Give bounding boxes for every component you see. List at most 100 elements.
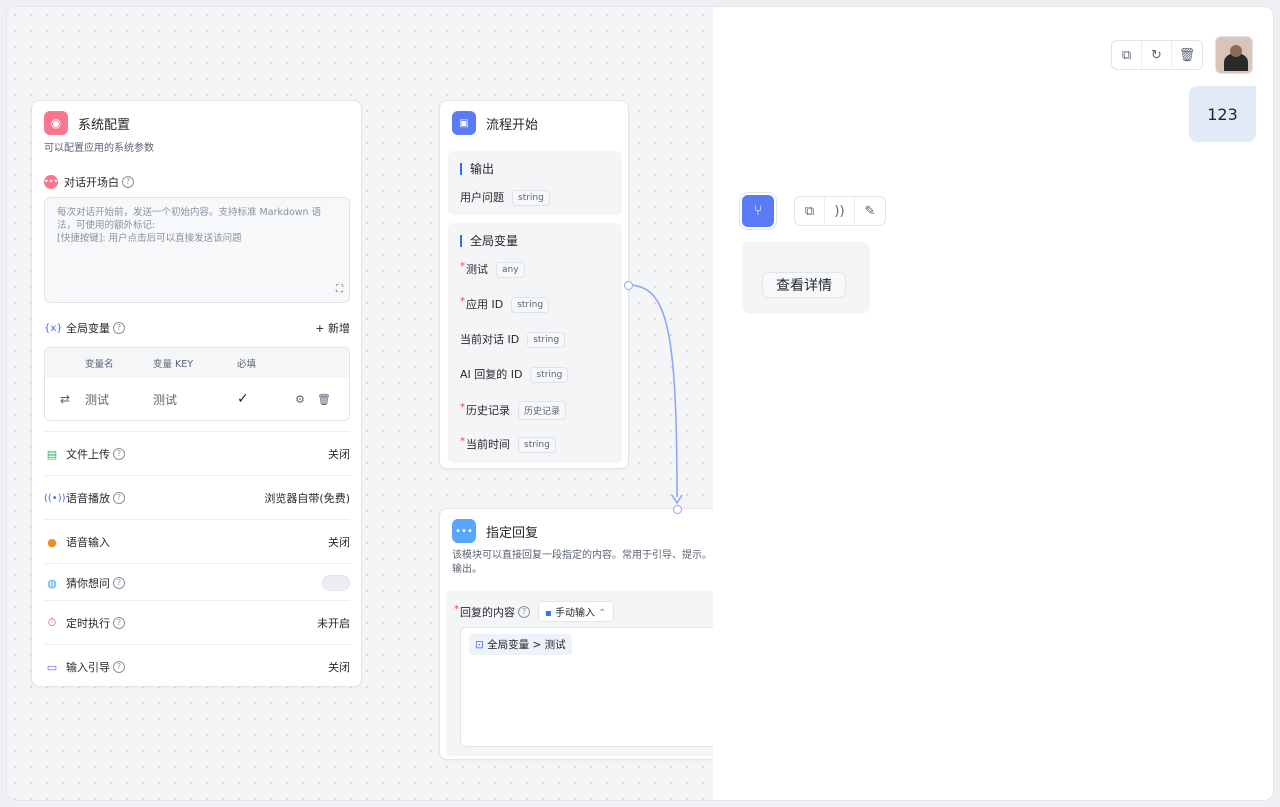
variables-table: 变量名 变量 KEY 必填 ⇄ 测试 测试 ✓ ⚙ 🗑	[44, 347, 350, 421]
global-var: 历史记录历史记录	[460, 401, 567, 420]
type-tag: string	[530, 367, 569, 383]
variable-ref-chip[interactable]: ⊡ 全局变量 > 测试	[469, 634, 572, 655]
flow-start-node[interactable]: ▣ 流程开始 输出 用户问题 string 全局变量 测试 any 应用 ID str…	[439, 100, 629, 469]
divider	[44, 563, 350, 564]
type-tag: string	[518, 437, 556, 453]
edit-pencil-icon[interactable]: ✎	[855, 197, 885, 225]
setting-value[interactable]: 关闭	[328, 534, 350, 550]
var-name: 当前时间	[460, 438, 510, 451]
input-handle[interactable]	[673, 505, 682, 514]
placeholder-text: [快捷按键]: 用户点击后可以直接发送该问题	[57, 233, 242, 244]
workflow-canvas[interactable]: ◉ 系统配置 可以配置应用的系统参数 ••• 对话开场白 ? 每次对话开始前，发…	[7, 7, 722, 800]
bot-avatar-workflow-icon: ⑂	[739, 192, 777, 230]
reply-node[interactable]: ••• 指定回复 该模块可以直接回复一段指定的内容。常用于引导、提示。 输出。 …	[439, 508, 722, 760]
global-var: 当前对话 ID string	[460, 331, 566, 348]
opener-row: ••• 对话开场白 ?	[44, 171, 350, 193]
placeholder-text: 每次对话开始前，发送一个初始内容。支持标准 Markdown 语	[57, 207, 322, 218]
var-name: 测试	[460, 263, 488, 276]
node-desc: 该模块可以直接回复一段指定的内容。常用于引导、提示。 输出。	[452, 549, 712, 577]
var-name: 历史记录	[460, 404, 510, 417]
global-vars-row: {x} 全局变量 ? + 新增	[44, 317, 350, 339]
setting-row-voice-play[interactable]: ((•)) 语音播放 ? 浏览器自带(免费)	[44, 487, 350, 509]
global-var: 当前时间 string	[460, 436, 556, 453]
column-header: 必填	[237, 359, 257, 370]
help-icon[interactable]: ?	[113, 661, 125, 673]
setting-row-file-upload[interactable]: ▤ 文件上传 ? 关闭	[44, 443, 350, 465]
type-tag: string	[511, 297, 550, 313]
global-vars-label: 全局变量	[66, 322, 110, 335]
global-var: 应用 ID string	[460, 296, 550, 313]
setting-row-timer[interactable]: ⏱ 定时执行 ? 未开启	[44, 612, 350, 634]
delete-trash-icon[interactable]: 🗑	[317, 393, 337, 406]
type-tag: string	[527, 332, 566, 348]
setting-value[interactable]: 未开启	[317, 615, 350, 631]
drag-handle-icon[interactable]: ⇄	[45, 392, 85, 406]
global-vars-section: 全局变量 测试 any 应用 ID string 当前对话 ID string AI …	[448, 223, 622, 463]
user-message-bubble: 123	[1189, 86, 1256, 142]
help-icon[interactable]: ?	[113, 577, 125, 589]
var-name-cell: 测试	[85, 392, 110, 407]
setting-label: 输入引导	[66, 661, 110, 674]
opener-textarea[interactable]: 每次对话开始前，发送一个初始内容。支持标准 Markdown 语 法，可使用的额…	[44, 197, 350, 303]
speaker-icon[interactable]: ))	[825, 197, 855, 225]
guess-toggle[interactable]	[322, 575, 350, 591]
mode-value: 手动输入	[554, 608, 595, 619]
copy-icon[interactable]: ⧉	[795, 197, 825, 225]
add-variable-button[interactable]: + 新增	[315, 320, 350, 336]
output-handle[interactable]	[624, 281, 633, 290]
help-icon[interactable]: ?	[113, 617, 125, 629]
divider	[44, 475, 350, 476]
expand-icon[interactable]: ⛶	[336, 283, 343, 296]
setting-row-input-guide[interactable]: ▭ 输入引导 ? 关闭	[44, 656, 350, 678]
help-icon[interactable]: ?	[122, 176, 134, 188]
divider	[44, 519, 350, 520]
table-row: ⇄ 测试 测试 ✓ ⚙ 🗑	[45, 378, 349, 420]
content-section: 回复的内容 ? ▪ 手动输入 ⌃ ⊡ 全局变量 > 测试	[446, 591, 722, 756]
chat-bubble-icon: •••	[44, 175, 58, 189]
variable-icon: {x}	[44, 322, 63, 334]
var-key-cell: 测试	[153, 392, 178, 407]
chip-text: 全局变量 > 测试	[487, 639, 566, 651]
type-tag: string	[512, 190, 550, 206]
input-guide-icon: ▭	[46, 660, 58, 674]
type-tag: any	[496, 262, 525, 278]
system-config-node[interactable]: ◉ 系统配置 可以配置应用的系统参数 ••• 对话开场白 ? 每次对话开始前，发…	[31, 100, 362, 687]
output-section: 输出 用户问题 string	[448, 151, 622, 215]
chat-panel: ⧉ ↻ 🗑 123 ⑂ ⧉ )) ✎ 查看详情	[713, 7, 1273, 800]
var-name: 用户问题	[460, 191, 504, 204]
node-title: 系统配置	[78, 117, 131, 133]
divider	[44, 600, 350, 601]
system-config-icon: ◉	[44, 111, 68, 135]
desc-line: 该模块可以直接回复一段指定的内容。常用于引导、提示。	[452, 550, 712, 561]
desc-line: 输出。	[452, 564, 482, 575]
reply-bubble-icon: •••	[452, 519, 476, 543]
global-var: AI 回复的 ID string	[460, 366, 569, 383]
help-icon[interactable]: ?	[113, 448, 125, 460]
view-details-button[interactable]: 查看详情	[762, 272, 846, 298]
setting-value[interactable]: 浏览器自带(免费)	[264, 490, 350, 506]
section-title: 全局变量	[460, 235, 518, 247]
help-icon[interactable]: ?	[518, 605, 530, 618]
bot-message-actions: ⧉ )) ✎	[794, 196, 886, 226]
setting-row-voice-input[interactable]: ● 语音输入 关闭	[44, 531, 350, 553]
content-editor[interactable]: ⊡ 全局变量 > 测试	[460, 627, 722, 747]
help-icon[interactable]: ?	[113, 322, 125, 334]
mode-select[interactable]: ▪ 手动输入 ⌃	[538, 601, 614, 622]
user-message-actions: ⧉ ↻ 🗑	[1111, 40, 1203, 70]
chevron-updown-icon: ⌃	[598, 608, 607, 619]
help-icon[interactable]: ?	[113, 492, 125, 504]
setting-value[interactable]: 关闭	[328, 659, 350, 675]
flow-start-icon: ▣	[452, 111, 476, 135]
setting-label: 语音输入	[66, 536, 110, 549]
setting-label: 猜你想问	[66, 577, 110, 590]
settings-gear-icon[interactable]: ⚙	[295, 393, 317, 406]
copy-icon[interactable]: ⧉	[1112, 41, 1142, 69]
var-name: 应用 ID	[460, 298, 503, 311]
delete-icon[interactable]: 🗑	[1172, 41, 1202, 69]
setting-value[interactable]: 关闭	[328, 446, 350, 462]
var-name: AI 回复的 ID	[460, 368, 523, 381]
retry-icon[interactable]: ↻	[1142, 41, 1172, 69]
type-tag: 历史记录	[518, 401, 567, 420]
timer-icon: ⏱	[47, 616, 57, 629]
setting-label: 语音播放	[66, 492, 110, 505]
